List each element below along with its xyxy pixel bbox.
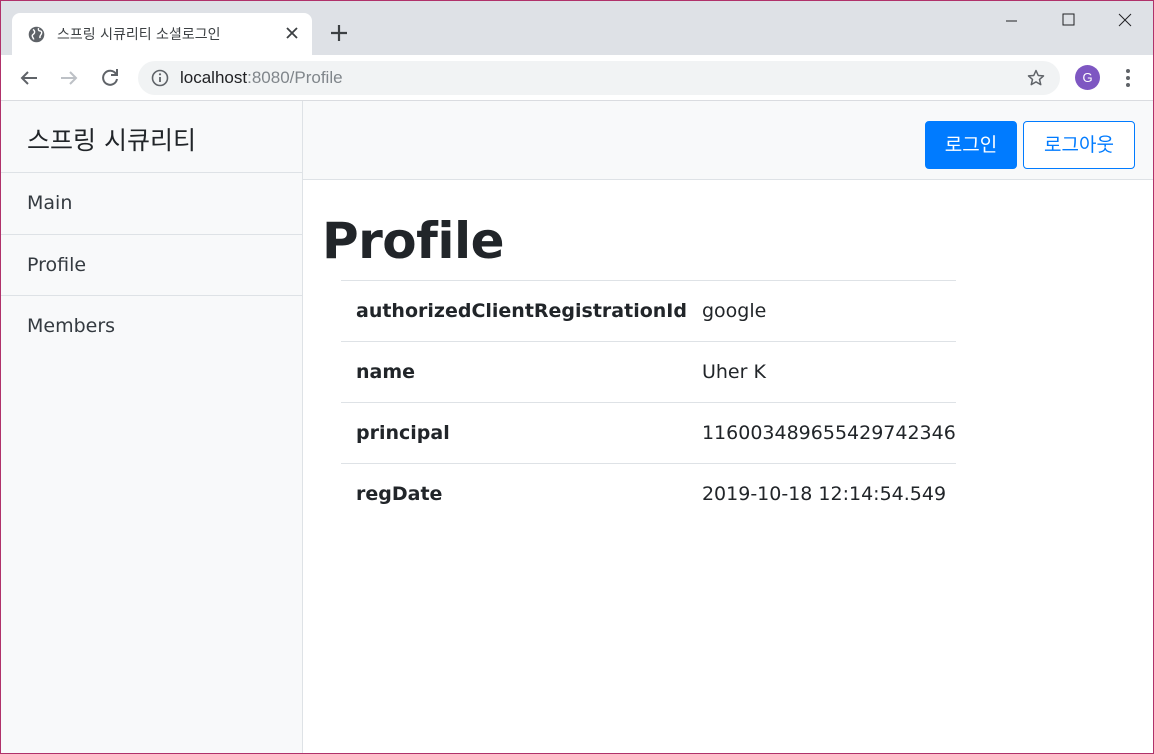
row-value: 2019-10-18 12:14:54.549 [686,463,956,525]
tab-title: 스프링 시큐리티 소셜로그인 [57,27,221,43]
window-close-icon[interactable] [1097,1,1154,41]
main-content: 로그인 로그아웃 Profile authorizedClientRegistr… [303,101,1153,753]
table-row: regDate 2019-10-18 12:14:54.549 [341,463,956,525]
sidebar: 스프링 시큐리티 Main Profile Members [1,101,303,753]
more-vert-icon[interactable] [1116,66,1140,90]
sidebar-item-main[interactable]: Main [1,173,302,235]
sidebar-item-profile[interactable]: Profile [1,235,302,296]
web-page: 스프링 시큐리티 Main Profile Members 로그인 로그아웃 P… [1,101,1153,753]
row-key: regDate [341,463,687,525]
plus-icon[interactable] [327,21,351,45]
maximize-icon[interactable] [1040,1,1097,41]
close-icon[interactable] [284,25,300,41]
reload-icon[interactable] [98,66,122,90]
row-value: 116003489655429742346 [686,402,956,464]
sidebar-brand: 스프링 시큐리티 [1,101,302,173]
browser-tab[interactable]: 스프링 시큐리티 소셜로그인 [12,13,312,55]
row-value: google [686,280,956,342]
logout-button[interactable]: 로그아웃 [1023,121,1135,169]
tab-strip: 스프링 시큐리티 소셜로그인 [1,1,1153,55]
url-path: :8080/Profile [247,68,343,87]
sidebar-item-members[interactable]: Members [1,296,302,358]
browser-window: 스프링 시큐리티 소셜로그인 localhost:8080/Profile G … [0,0,1154,754]
top-navbar: 로그인 로그아웃 [303,101,1153,180]
url-host: localhost [180,68,248,87]
row-key: principal [341,402,687,464]
page-title: Profile [322,212,505,270]
star-icon[interactable] [1026,68,1046,88]
back-arrow-icon[interactable] [17,66,41,90]
table-row: principal 116003489655429742346 [341,402,956,464]
table-row: authorizedClientRegistrationId google [341,280,956,342]
row-key: authorizedClientRegistrationId [341,280,687,342]
table-row: name Uher K [341,341,956,403]
row-key: name [341,341,687,403]
avatar[interactable]: G [1075,65,1100,90]
address-bar[interactable]: localhost:8080/Profile [138,61,1060,95]
url-text[interactable]: localhost:8080/Profile [180,68,343,88]
forward-arrow-icon[interactable] [57,66,81,90]
profile-table: authorizedClientRegistrationId google na… [341,280,956,525]
minimize-icon[interactable] [983,1,1040,41]
row-value: Uher K [686,341,956,403]
login-button[interactable]: 로그인 [925,121,1017,169]
browser-toolbar: localhost:8080/Profile G [1,55,1153,101]
globe-icon [28,26,45,43]
info-icon[interactable] [151,69,169,87]
